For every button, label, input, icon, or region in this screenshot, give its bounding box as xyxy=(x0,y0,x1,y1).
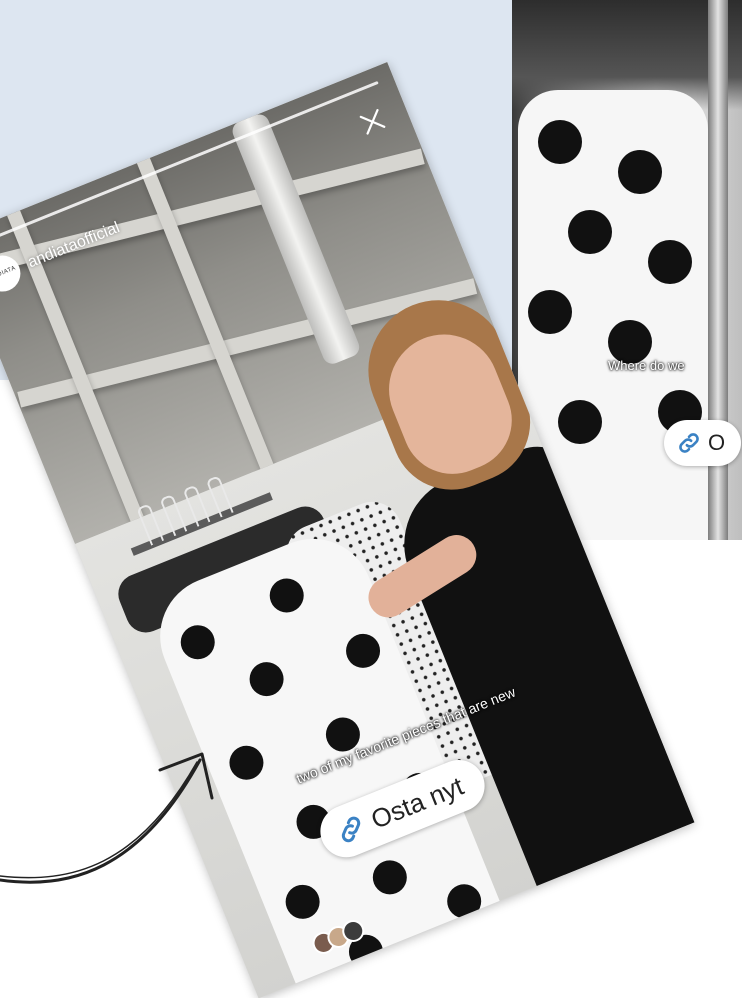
avatar-logo-text: ANDIATA xyxy=(0,265,17,282)
shop-link-sticker-secondary[interactable]: O xyxy=(664,420,742,466)
arrow-icon xyxy=(0,752,214,884)
link-icon xyxy=(341,816,361,843)
story-caption-secondary: Where do we xyxy=(608,358,685,373)
link-icon xyxy=(679,433,699,453)
shop-link-label-secondary: O xyxy=(708,430,726,455)
